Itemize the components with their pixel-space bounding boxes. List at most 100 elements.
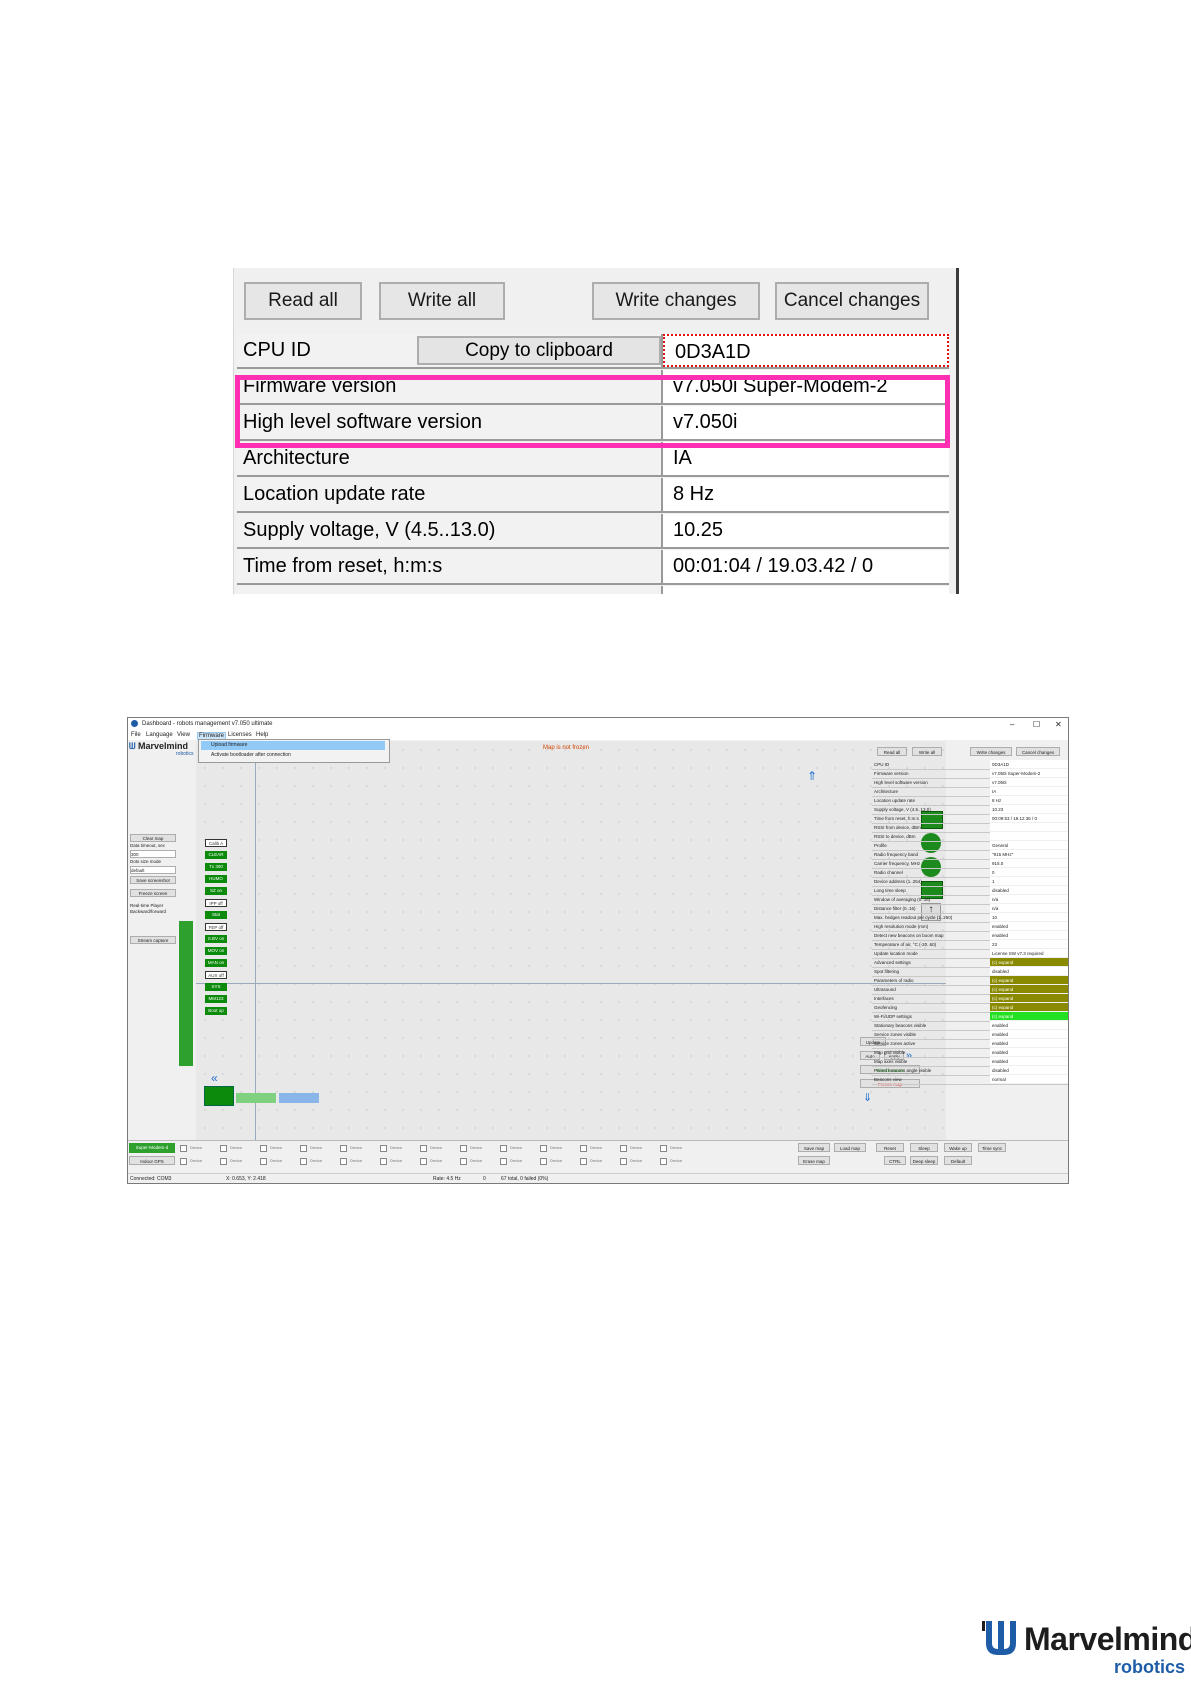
device-checkbox[interactable] (420, 1145, 427, 1152)
device-checkbox[interactable] (620, 1158, 627, 1165)
device-checkbox[interactable] (580, 1158, 587, 1165)
save-screenshot-button[interactable]: Save screenshot (130, 876, 176, 884)
menu-language[interactable]: Language (146, 732, 173, 738)
row-value[interactable]: 10.25 (663, 514, 949, 547)
device-checkbox[interactable] (540, 1158, 547, 1165)
collapse-left-icon[interactable]: « (211, 1071, 218, 1085)
menu-view[interactable]: View (177, 732, 190, 738)
property-value[interactable]: 1 (990, 877, 1068, 885)
property-value[interactable]: IA (990, 787, 1068, 795)
property-value[interactable]: disabled (990, 967, 1068, 975)
collapse-up-icon[interactable]: ⇑ (807, 769, 817, 783)
property-value[interactable]: enabled (990, 922, 1068, 930)
device-checkbox[interactable] (420, 1158, 427, 1165)
close-icon[interactable]: ✕ (1055, 720, 1062, 729)
device-checkbox[interactable] (300, 1145, 307, 1152)
device-checkbox[interactable] (500, 1145, 507, 1152)
property-value[interactable]: (c) expand (990, 958, 1068, 966)
copy-to-clipboard-button[interactable]: Copy to clipboard (417, 336, 661, 365)
property-value[interactable]: disabled (990, 1066, 1068, 1074)
tag-label[interactable]: SZ on (205, 887, 227, 895)
realtime-player-checkbox[interactable]: Real-time Player (130, 903, 163, 908)
property-value[interactable]: (c) expand (990, 976, 1068, 984)
device-checkbox[interactable] (620, 1145, 627, 1152)
property-value[interactable]: 10.23 (990, 805, 1068, 813)
device-checkbox[interactable] (180, 1158, 187, 1165)
property-value[interactable]: normal (990, 1075, 1068, 1083)
save-map-button[interactable]: Save map (798, 1143, 830, 1152)
property-value[interactable]: (c) expand (990, 985, 1068, 993)
ctrl-button[interactable]: CTRL (884, 1156, 906, 1165)
tag-label[interactable]: MM123 (205, 995, 227, 1003)
property-value[interactable]: enabled (990, 1048, 1068, 1056)
menu-item-upload-firmware[interactable]: Upload firmware (201, 741, 385, 750)
property-value[interactable]: disabled (990, 886, 1068, 894)
property-value[interactable]: 8 Hz (990, 796, 1068, 804)
device-checkbox[interactable] (660, 1158, 667, 1165)
tag-label[interactable]: MOV on (205, 947, 227, 955)
zoom-slider[interactable] (236, 1093, 276, 1103)
property-value[interactable]: enabled (990, 931, 1068, 939)
device-checkbox[interactable] (260, 1158, 267, 1165)
property-value[interactable]: enabled (990, 1030, 1068, 1038)
collapse-down-icon[interactable]: ⇓ (863, 1091, 872, 1104)
device-checkbox[interactable] (180, 1145, 187, 1152)
default-button[interactable]: Default (944, 1156, 972, 1165)
tag-label[interactable]: Boot up (205, 1007, 227, 1015)
freeze-screen-button[interactable]: Freeze screen (130, 889, 176, 897)
property-value[interactable]: 10 (990, 913, 1068, 921)
tag-label[interactable]: SYS (205, 983, 227, 991)
property-value[interactable]: 0D3A1D (990, 760, 1068, 768)
property-value[interactable]: "915 MHz" (990, 850, 1068, 858)
device-checkbox[interactable] (460, 1158, 467, 1165)
property-value[interactable] (990, 823, 1068, 831)
clear-map-button[interactable]: Clear map (130, 834, 176, 842)
tag-label[interactable]: CLEAR (205, 851, 227, 859)
property-value[interactable]: enabled (990, 1021, 1068, 1029)
property-value[interactable]: (c) expand (990, 1003, 1068, 1011)
tag-label[interactable]: IPP off (205, 899, 227, 907)
device-checkbox[interactable] (220, 1145, 227, 1152)
device-checkbox[interactable] (260, 1145, 267, 1152)
device-checkbox[interactable] (500, 1158, 507, 1165)
stream-capture-button[interactable]: Stream capture (130, 936, 176, 944)
read-all-button[interactable]: Read all (244, 282, 362, 320)
erase-map-button[interactable]: Erase map (798, 1156, 830, 1165)
read-all-button[interactable]: Read all (877, 747, 907, 756)
dots-size-select[interactable]: default (130, 866, 176, 874)
maximize-icon[interactable]: ☐ (1033, 720, 1040, 729)
device-checkbox[interactable] (460, 1145, 467, 1152)
tag-label[interactable]: Tx 300 (205, 863, 227, 871)
property-value[interactable]: enabled (990, 1057, 1068, 1065)
tag-label[interactable]: HUMO (205, 875, 227, 883)
property-value[interactable]: 23 (990, 940, 1068, 948)
property-value[interactable]: 915.0 (990, 859, 1068, 867)
minimize-icon[interactable]: – (1010, 720, 1014, 729)
tag-label[interactable]: FEP off (205, 923, 227, 931)
row-value[interactable]: 8 Hz (663, 478, 949, 511)
load-map-button[interactable]: Load map (834, 1143, 866, 1152)
property-value[interactable]: (c) expand (990, 1012, 1068, 1020)
device-checkbox[interactable] (340, 1145, 347, 1152)
property-value[interactable]: General (990, 841, 1068, 849)
data-timeout-input[interactable]: 300 (130, 850, 176, 858)
device-checkbox[interactable] (380, 1158, 387, 1165)
wake-up-button[interactable]: Wake up (944, 1143, 972, 1152)
write-changes-button[interactable]: Write changes (970, 747, 1012, 756)
device-checkbox[interactable] (380, 1145, 387, 1152)
tag-label[interactable]: Calib A (205, 839, 227, 847)
property-value[interactable]: n/a (990, 904, 1068, 912)
device-checkbox[interactable] (220, 1158, 227, 1165)
tag-label[interactable]: MAN on (205, 959, 227, 967)
device-checkbox[interactable] (660, 1145, 667, 1152)
map-canvas[interactable]: ⇑ ↑ « Update Auto Apply » Freeze zones F… (196, 741, 946, 1141)
tag-label[interactable]: S.BV on (205, 935, 227, 943)
tag-label[interactable]: AUX off (205, 971, 227, 979)
property-value[interactable]: enabled (990, 1039, 1068, 1047)
row-value[interactable]: 0D3A1D (663, 334, 949, 367)
menu-help[interactable]: Help (256, 732, 268, 738)
device-checkbox[interactable] (300, 1158, 307, 1165)
write-all-button[interactable]: Write all (912, 747, 942, 756)
write-changes-button[interactable]: Write changes (592, 282, 760, 320)
deep-sleep-button[interactable]: Deep sleep (910, 1156, 938, 1165)
